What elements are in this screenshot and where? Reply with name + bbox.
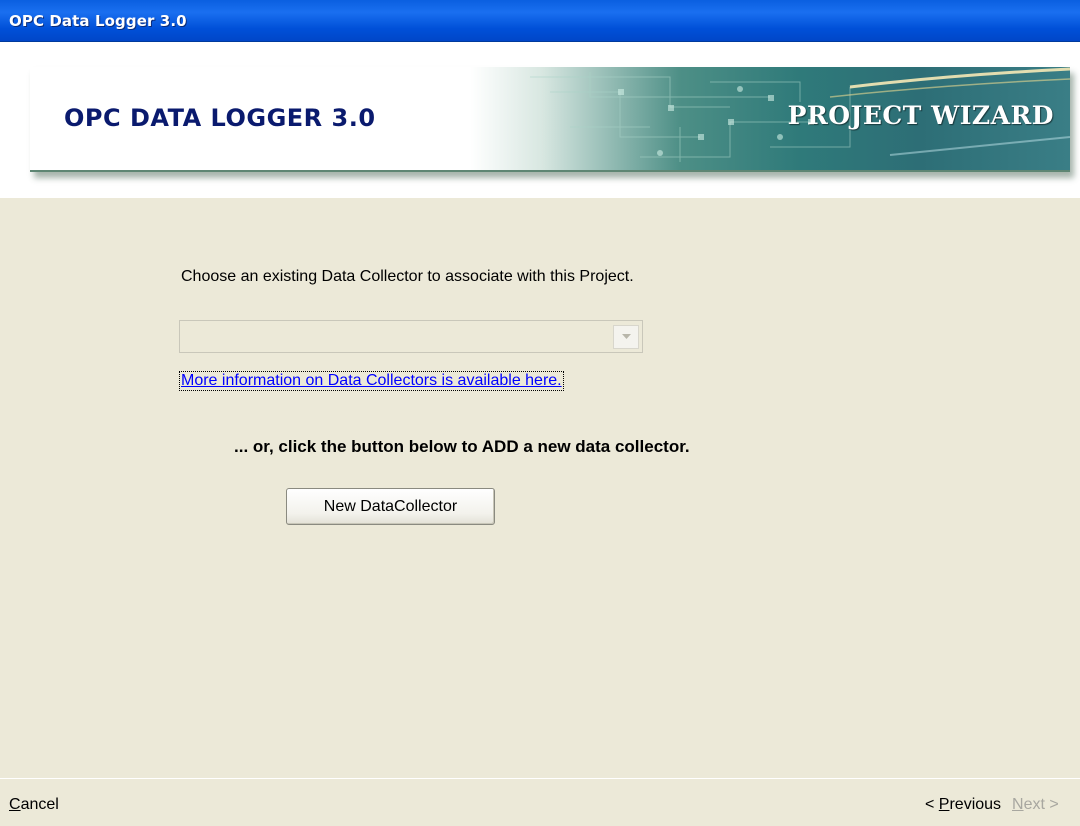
dropdown-arrow-button[interactable] <box>613 325 639 349</box>
add-collector-hint: ... or, click the button below to ADD a … <box>234 437 690 456</box>
new-datacollector-button[interactable]: New DataCollector <box>286 488 495 525</box>
previous-label: revious <box>949 796 1002 813</box>
cancel-label: ancel <box>20 796 59 813</box>
wizard-footer: Cancel < Previous Next > <box>0 778 1080 826</box>
next-button: Next > <box>1012 796 1059 814</box>
instruction-text: Choose an existing Data Collector to ass… <box>181 268 634 285</box>
banner-title: OPC DATA LOGGER 3.0 <box>64 104 376 132</box>
title-bar[interactable]: OPC Data Logger 3.0 <box>0 0 1080 42</box>
wizard-window: OPC Data Logger 3.0 OPC DATA LOGGER 3.0 … <box>0 0 1080 826</box>
data-collectors-info-link[interactable]: More information on Data Collectors is a… <box>179 371 564 391</box>
previous-button[interactable]: < Previous <box>925 796 1001 814</box>
wizard-banner: OPC DATA LOGGER 3.0 PROJECT WIZARD <box>30 67 1070 172</box>
cancel-button[interactable]: Cancel <box>9 796 59 814</box>
banner-subtitle: PROJECT WIZARD <box>787 101 1054 130</box>
window-title: OPC Data Logger 3.0 <box>9 12 187 30</box>
wizard-content: Choose an existing Data Collector to ass… <box>0 198 1080 778</box>
previous-mnemonic: P <box>938 796 950 813</box>
chevron-down-icon <box>622 334 631 339</box>
next-mnemonic: N <box>1012 796 1024 813</box>
cancel-mnemonic: C <box>9 796 21 813</box>
previous-prefix: < <box>925 796 939 813</box>
data-collector-select[interactable] <box>179 320 643 353</box>
next-label: ext > <box>1023 796 1059 813</box>
